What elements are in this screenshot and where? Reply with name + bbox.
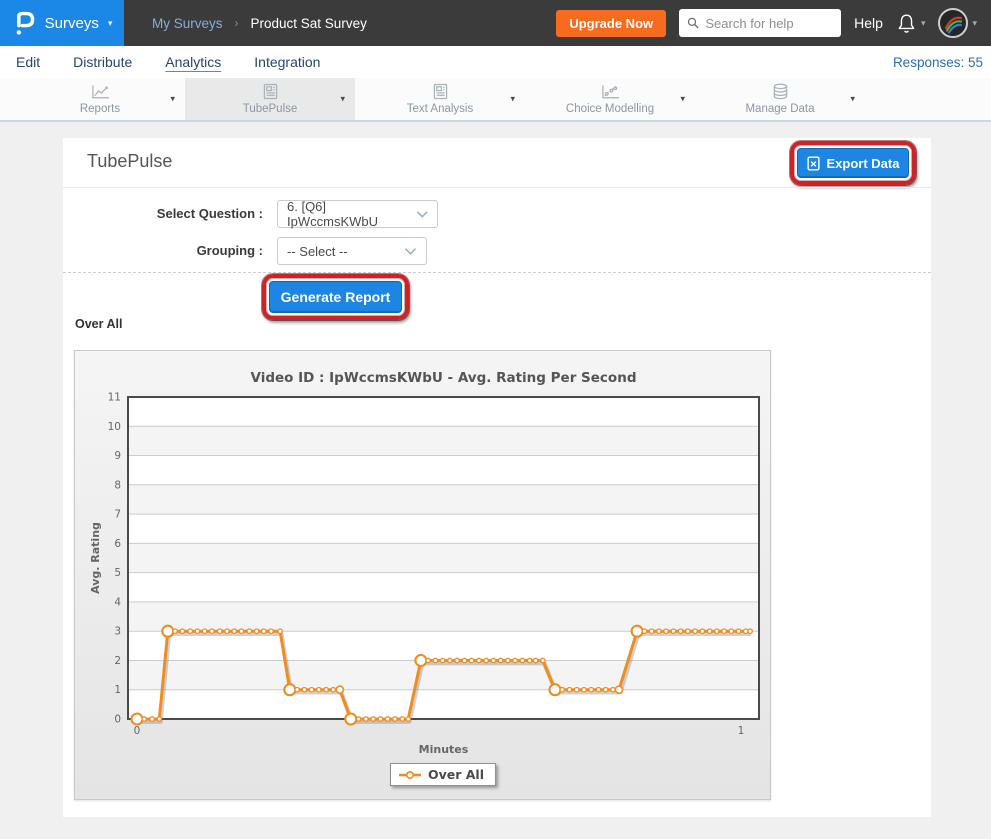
svg-text:4: 4	[114, 596, 121, 608]
help-search[interactable]	[679, 9, 841, 37]
tab-text-analysis[interactable]: Text Analysis ▾	[355, 78, 525, 120]
line-chart-icon	[91, 84, 110, 100]
tab-label: TubePulse	[243, 103, 298, 115]
svg-text:8: 8	[114, 479, 121, 491]
dashed-divider	[63, 272, 931, 273]
svg-text:3: 3	[114, 626, 121, 638]
tab-tubepulse[interactable]: TubePulse ▾	[185, 78, 355, 120]
grouping-dropdown[interactable]: -- Select --	[277, 237, 427, 265]
tubepulse-panel: TubePulse Export Data Select Question : …	[63, 138, 931, 817]
tab-label: Reports	[80, 103, 120, 115]
chevron-down-icon: ▾	[921, 18, 926, 29]
survey-nav: Edit Distribute Analytics Integration Re…	[0, 46, 991, 78]
nav-edit[interactable]: Edit	[16, 54, 40, 70]
chevron-down-icon	[404, 247, 417, 256]
upgrade-now-button[interactable]: Upgrade Now	[556, 10, 666, 37]
export-data-button[interactable]: Export Data	[797, 148, 909, 178]
database-icon	[772, 83, 789, 100]
tab-manage-data[interactable]: Manage Data ▾	[695, 78, 865, 120]
tab-reports[interactable]: Reports ▾	[15, 78, 185, 120]
topbar-actions: Upgrade Now Help ▾ ▾	[556, 8, 991, 38]
breadcrumb-current-survey: Product Sat Survey	[251, 16, 367, 31]
chevron-down-icon: ▾	[972, 18, 977, 29]
top-navbar: Surveys ▾ My Surveys › Product Sat Surve…	[0, 0, 991, 46]
breadcrumb-separator-icon: ›	[235, 16, 239, 30]
avg-rating-line-chart: 0 1 2 3 4 5 6 7 8 9 10 11 0 1 Video ID : IpWccmsKWbU -…	[75, 351, 772, 801]
tab-choice-modelling[interactable]: Choice Modelling ▾	[525, 78, 695, 120]
report-doc-icon	[263, 83, 278, 100]
tab-label: Text Analysis	[407, 103, 473, 115]
svg-text:0: 0	[134, 725, 141, 737]
account-menu[interactable]: ▾	[938, 8, 977, 38]
highlight-ring-generate: Generate Report	[262, 274, 409, 320]
bell-icon	[896, 12, 917, 35]
chevron-down-icon: ▾	[108, 18, 113, 29]
analytics-tabbar: Reports ▾ TubePulse ▾ Text Analysis ▾ Ch…	[0, 78, 991, 122]
generate-report-button[interactable]: Generate Report	[269, 281, 402, 313]
product-menu-label: Surveys	[45, 15, 99, 32]
svg-text:2: 2	[114, 655, 121, 667]
nav-distribute[interactable]: Distribute	[73, 54, 132, 70]
svg-text:Avg. Rating: Avg. Rating	[89, 522, 102, 594]
export-file-icon	[807, 156, 820, 171]
avatar	[938, 8, 968, 38]
tab-label: Manage Data	[745, 103, 814, 115]
svg-text:5: 5	[114, 567, 121, 579]
product-menu[interactable]: Surveys ▾	[0, 0, 124, 46]
avatar-image	[940, 10, 966, 36]
responses-count[interactable]: Responses: 55	[893, 55, 983, 70]
breadcrumb: My Surveys › Product Sat Survey	[152, 16, 367, 31]
questionpro-logo-icon	[12, 8, 36, 38]
legend-label: Over All	[428, 767, 484, 782]
tab-label: Choice Modelling	[566, 103, 654, 115]
grouping-label: Grouping :	[63, 243, 263, 258]
text-doc-icon	[433, 83, 448, 100]
notifications-menu[interactable]: ▾	[896, 12, 926, 35]
svg-text:1: 1	[738, 725, 745, 737]
svg-text:10: 10	[108, 421, 121, 433]
nav-analytics[interactable]: Analytics	[165, 54, 221, 70]
chevron-down-icon[interactable]: ▾	[680, 94, 685, 105]
svg-text:0: 0	[114, 714, 121, 726]
nav-integration[interactable]: Integration	[254, 54, 320, 70]
section-label-overall: Over All	[75, 317, 122, 331]
chevron-down-icon[interactable]: ▾	[340, 94, 345, 105]
chevron-down-icon	[416, 210, 429, 219]
svg-text:6: 6	[114, 538, 121, 550]
svg-text:9: 9	[114, 450, 121, 462]
divider	[63, 187, 931, 188]
svg-text:11: 11	[108, 392, 121, 404]
chevron-down-icon[interactable]: ▾	[510, 94, 515, 105]
svg-text:Minutes: Minutes	[419, 743, 469, 756]
legend-item-overall[interactable]: Over All	[390, 763, 496, 786]
svg-text:1: 1	[114, 684, 121, 696]
grouping-value: -- Select --	[287, 244, 348, 259]
series-marker-icon	[399, 770, 421, 780]
chevron-down-icon[interactable]: ▾	[170, 94, 175, 105]
tubepulse-chart: 0 1 2 3 4 5 6 7 8 9 10 11 0 1 Video ID : IpWccmsKWbU -…	[74, 350, 771, 800]
chevron-down-icon[interactable]: ▾	[850, 94, 855, 105]
page-title: TubePulse	[87, 151, 172, 172]
select-question-label: Select Question :	[63, 206, 263, 221]
highlight-ring-export: Export Data	[790, 141, 916, 185]
svg-text:7: 7	[114, 509, 121, 521]
svg-text:Video ID : IpWccmsKWbU - Avg.: Video ID : IpWccmsKWbU - Avg. Rating Per…	[251, 370, 637, 386]
help-search-input[interactable]	[705, 16, 833, 31]
help-link[interactable]: Help	[854, 15, 883, 31]
select-question-dropdown[interactable]: 6. [Q6] IpWccmsKWbU	[277, 200, 438, 228]
export-data-label: Export Data	[827, 156, 900, 171]
scatter-chart-icon	[601, 84, 620, 100]
search-icon	[687, 16, 699, 30]
breadcrumb-my-surveys[interactable]: My Surveys	[152, 16, 223, 31]
select-question-value: 6. [Q6] IpWccmsKWbU	[287, 199, 416, 229]
